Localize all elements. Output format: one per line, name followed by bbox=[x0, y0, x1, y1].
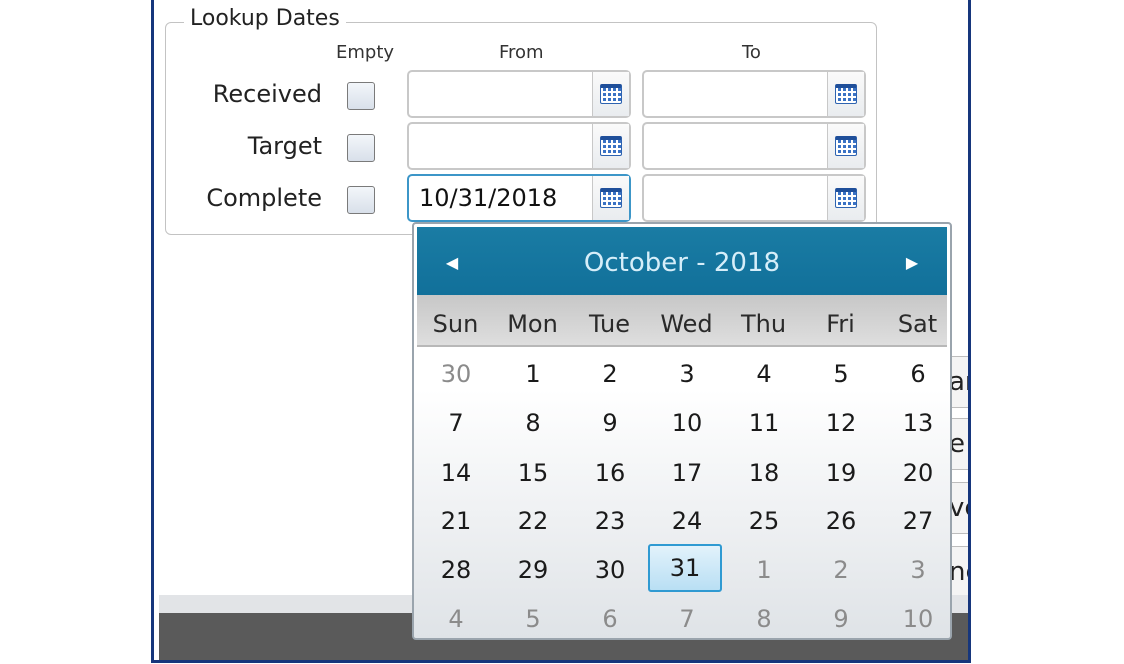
target-empty-checkbox[interactable] bbox=[347, 134, 375, 162]
calendar-day[interactable]: 29 bbox=[498, 548, 568, 592]
calendar-day[interactable]: 6 bbox=[883, 352, 950, 396]
calendar-popup: ◀ October - 2018 ▶ Sun Mon Tue Wed Thu F… bbox=[412, 222, 952, 640]
calendar-day[interactable]: 8 bbox=[498, 401, 568, 445]
calendar-day[interactable]: 13 bbox=[883, 401, 950, 445]
dow-wed: Wed bbox=[660, 310, 713, 338]
day-of-week-header: Sun Mon Tue Wed Thu Fri Sat bbox=[417, 295, 947, 347]
target-from-field[interactable] bbox=[407, 122, 631, 170]
calendar-day[interactable]: 9 bbox=[806, 597, 876, 638]
complete-from-field[interactable]: 10/31/2018 bbox=[407, 174, 631, 222]
dow-mon: Mon bbox=[507, 310, 558, 338]
calendar-day-selected[interactable]: 31 bbox=[648, 544, 722, 592]
target-to-calendar-button[interactable] bbox=[827, 124, 864, 168]
calendar-day[interactable]: 27 bbox=[883, 499, 950, 543]
received-to-field[interactable] bbox=[642, 70, 866, 118]
row-label-complete: Complete bbox=[206, 184, 322, 212]
calendar-day[interactable]: 1 bbox=[729, 548, 799, 592]
target-from-calendar-button[interactable] bbox=[592, 124, 629, 168]
received-from-calendar-button[interactable] bbox=[592, 72, 629, 116]
calendar-day[interactable]: 30 bbox=[575, 548, 645, 592]
calendar-day[interactable]: 11 bbox=[729, 401, 799, 445]
calendar-day[interactable]: 30 bbox=[421, 352, 491, 396]
calendar-day[interactable]: 22 bbox=[498, 499, 568, 543]
calendar-day[interactable]: 20 bbox=[883, 451, 950, 495]
calendar-icon bbox=[835, 188, 857, 208]
column-header-empty: Empty bbox=[336, 42, 395, 63]
next-month-button[interactable]: ▶ bbox=[887, 227, 937, 299]
calendar-day[interactable]: 10 bbox=[883, 597, 950, 638]
calendar-day[interactable]: 4 bbox=[729, 352, 799, 396]
complete-from-calendar-button[interactable] bbox=[592, 176, 629, 220]
calendar-icon bbox=[835, 136, 857, 156]
dow-sun: Sun bbox=[432, 310, 479, 338]
calendar-day[interactable]: 5 bbox=[498, 597, 568, 638]
complete-to-calendar-button[interactable] bbox=[827, 176, 864, 220]
calendar-day[interactable]: 24 bbox=[652, 499, 722, 543]
calendar-header: ◀ October - 2018 ▶ bbox=[417, 227, 947, 295]
calendar-day[interactable]: 26 bbox=[806, 499, 876, 543]
group-legend: Lookup Dates bbox=[184, 4, 346, 34]
calendar-day[interactable]: 7 bbox=[652, 597, 722, 638]
app-window: ar e ve ne Lookup Dates Empty From To Re… bbox=[151, 0, 971, 663]
calendar-day[interactable]: 6 bbox=[575, 597, 645, 638]
calendar-day[interactable]: 3 bbox=[652, 352, 722, 396]
calendar-day[interactable]: 18 bbox=[729, 451, 799, 495]
calendar-day[interactable]: 12 bbox=[806, 401, 876, 445]
dow-thu: Thu bbox=[740, 310, 787, 338]
calendar-day[interactable]: 3 bbox=[883, 548, 950, 592]
calendar-day[interactable]: 7 bbox=[421, 401, 491, 445]
calendar-icon bbox=[835, 84, 857, 104]
calendar-day[interactable]: 2 bbox=[575, 352, 645, 396]
calendar-day[interactable]: 19 bbox=[806, 451, 876, 495]
row-label-received: Received bbox=[212, 80, 322, 108]
row-label-target: Target bbox=[247, 132, 322, 160]
column-header-to: To bbox=[742, 42, 761, 63]
calendar-icon bbox=[600, 188, 622, 208]
received-empty-checkbox[interactable] bbox=[347, 82, 375, 110]
calendar-day[interactable]: 17 bbox=[652, 451, 722, 495]
calendar-day[interactable]: 23 bbox=[575, 499, 645, 543]
calendar-day[interactable]: 1 bbox=[498, 352, 568, 396]
calendar-day[interactable]: 8 bbox=[729, 597, 799, 638]
calendar-day[interactable]: 5 bbox=[806, 352, 876, 396]
calendar-day[interactable]: 25 bbox=[729, 499, 799, 543]
dow-fri: Fri bbox=[826, 310, 855, 338]
calendar-day[interactable]: 10 bbox=[652, 401, 722, 445]
calendar-day[interactable]: 28 bbox=[421, 548, 491, 592]
calendar-day[interactable]: 4 bbox=[421, 597, 491, 638]
calendar-icon bbox=[600, 136, 622, 156]
target-to-field[interactable] bbox=[642, 122, 866, 170]
arrow-right-icon: ▶ bbox=[905, 253, 919, 272]
calendar-day[interactable]: 16 bbox=[575, 451, 645, 495]
calendar-day[interactable]: 14 bbox=[421, 451, 491, 495]
complete-to-field[interactable] bbox=[642, 174, 866, 222]
dow-sat: Sat bbox=[897, 310, 938, 338]
complete-from-value[interactable]: 10/31/2018 bbox=[419, 176, 557, 220]
calendar-title[interactable]: October - 2018 bbox=[417, 227, 947, 299]
received-from-field[interactable] bbox=[407, 70, 631, 118]
calendar-day[interactable]: 9 bbox=[575, 401, 645, 445]
column-header-from: From bbox=[499, 42, 544, 63]
dow-tue: Tue bbox=[589, 310, 630, 338]
received-to-calendar-button[interactable] bbox=[827, 72, 864, 116]
calendar-icon bbox=[600, 84, 622, 104]
calendar-day[interactable]: 15 bbox=[498, 451, 568, 495]
calendar-day[interactable]: 2 bbox=[806, 548, 876, 592]
calendar-day[interactable]: 21 bbox=[421, 499, 491, 543]
complete-empty-checkbox[interactable] bbox=[347, 186, 375, 214]
